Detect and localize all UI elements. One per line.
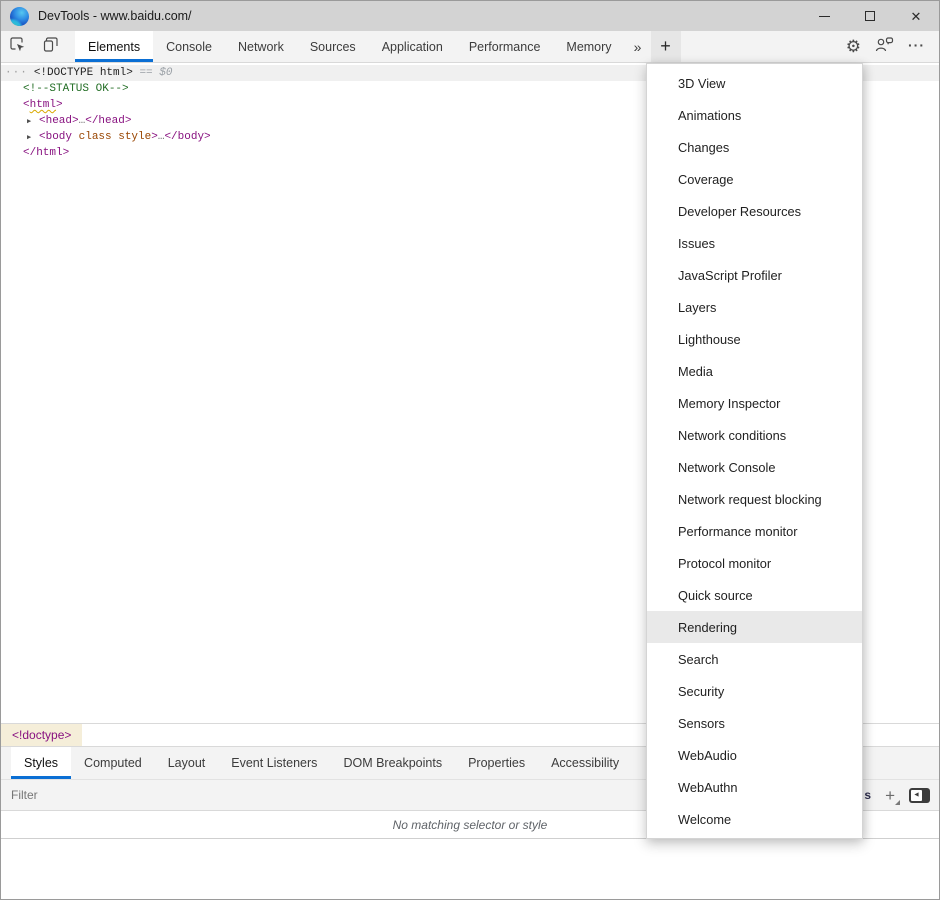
menu-item-issues[interactable]: Issues xyxy=(647,227,862,259)
tab-accessibility[interactable]: Accessibility xyxy=(538,747,632,779)
menu-item-changes[interactable]: Changes xyxy=(647,131,862,163)
menu-item-developer-resources[interactable]: Developer Resources xyxy=(647,195,862,227)
menu-item-network-conditions[interactable]: Network conditions xyxy=(647,419,862,451)
tab-application[interactable]: Application xyxy=(369,31,456,62)
code-segment: <body xyxy=(39,131,72,143)
close-icon: ✕ xyxy=(911,10,922,23)
breadcrumb-item-doctype[interactable]: <!doctype> xyxy=(1,724,82,746)
more-tabs-button[interactable]: » xyxy=(625,31,651,62)
feedback-person-icon xyxy=(875,40,894,57)
code-segment: < xyxy=(23,99,30,111)
device-emulation-button[interactable] xyxy=(34,31,67,62)
code-segment: > xyxy=(151,131,158,143)
menu-item-search[interactable]: Search xyxy=(647,643,862,675)
menu-item-protocol-monitor[interactable]: Protocol monitor xyxy=(647,547,862,579)
guide-dots: ··· xyxy=(5,67,28,79)
menu-item-memory-inspector[interactable]: Memory Inspector xyxy=(647,387,862,419)
code-segment: … xyxy=(158,131,165,143)
code-segment: </head> xyxy=(85,115,131,127)
menu-item-network-console[interactable]: Network Console xyxy=(647,451,862,483)
tab-network[interactable]: Network xyxy=(225,31,297,62)
toolbar-right-actions: ⚙ ··· xyxy=(846,31,939,62)
edge-logo-icon xyxy=(10,7,29,26)
more-options-button[interactable]: ··· xyxy=(908,38,925,56)
close-button[interactable]: ✕ xyxy=(893,1,939,31)
menu-item-rendering[interactable]: Rendering xyxy=(647,611,862,643)
maximize-icon xyxy=(865,11,875,21)
tab-dom-breakpoints[interactable]: DOM Breakpoints xyxy=(330,747,455,779)
code-segment: <!DOCTYPE html> xyxy=(34,67,133,79)
tab-styles[interactable]: Styles xyxy=(11,747,71,779)
menu-item-javascript-profiler[interactable]: JavaScript Profiler xyxy=(647,259,862,291)
menu-item-quick-source[interactable]: Quick source xyxy=(647,579,862,611)
menu-item-animations[interactable]: Animations xyxy=(647,99,862,131)
gear-icon: ⚙ xyxy=(846,37,861,56)
more-tools-menu: 3D ViewAnimationsChangesCoverageDevelope… xyxy=(646,63,863,839)
tab-performance[interactable]: Performance xyxy=(456,31,554,62)
minimize-button[interactable] xyxy=(801,1,847,31)
menu-item-sensors[interactable]: Sensors xyxy=(647,707,862,739)
inspect-element-button[interactable] xyxy=(1,31,34,62)
devtools-window: DevTools - www.baidu.com/ ✕ xyxy=(0,0,940,900)
menu-item-layers[interactable]: Layers xyxy=(647,291,862,323)
toggle-element-classes-button[interactable]: s xyxy=(864,788,871,802)
code-segment: <!--STATUS OK--> xyxy=(23,83,129,95)
code-segment: </html> xyxy=(23,147,69,159)
expand-arrow-icon[interactable]: ▶ xyxy=(27,117,39,126)
minimize-icon xyxy=(819,16,830,17)
feedback-button[interactable] xyxy=(875,36,894,58)
code-segment: … xyxy=(79,115,86,127)
menu-item-coverage[interactable]: Coverage xyxy=(647,163,862,195)
menu-item-webaudio[interactable]: WebAudio xyxy=(647,739,862,771)
menu-item-3d-view[interactable]: 3D View xyxy=(647,67,862,99)
code-segment: $0 xyxy=(159,67,172,79)
menu-item-lighthouse[interactable]: Lighthouse xyxy=(647,323,862,355)
tab-event-listeners[interactable]: Event Listeners xyxy=(218,747,330,779)
tab-layout[interactable]: Layout xyxy=(155,747,219,779)
window-controls: ✕ xyxy=(801,1,939,31)
tab-computed[interactable]: Computed xyxy=(71,747,155,779)
menu-item-performance-monitor[interactable]: Performance monitor xyxy=(647,515,862,547)
maximize-button[interactable] xyxy=(847,1,893,31)
menu-item-media[interactable]: Media xyxy=(647,355,862,387)
expand-arrow-icon[interactable]: ▶ xyxy=(27,133,39,142)
title-bar: DevTools - www.baidu.com/ ✕ xyxy=(1,1,939,31)
window-title: DevTools - www.baidu.com/ xyxy=(38,9,192,23)
code-segment: class style xyxy=(72,131,151,143)
devtools-toolbar: ElementsConsoleNetworkSourcesApplication… xyxy=(1,31,939,63)
menu-item-welcome[interactable]: Welcome xyxy=(647,803,862,835)
toggle-computed-sidebar-icon[interactable] xyxy=(909,788,930,803)
toolbar-spacer xyxy=(681,31,846,62)
toolbar-tab-strip: ElementsConsoleNetworkSourcesApplication… xyxy=(75,31,625,62)
code-segment: <head> xyxy=(39,115,79,127)
tab-elements[interactable]: Elements xyxy=(75,31,153,62)
menu-item-security[interactable]: Security xyxy=(647,675,862,707)
settings-button[interactable]: ⚙ xyxy=(846,38,861,55)
code-segment: html xyxy=(30,99,56,111)
device-emulation-icon xyxy=(42,36,59,58)
menu-item-webauthn[interactable]: WebAuthn xyxy=(647,771,862,803)
code-segment: == xyxy=(133,67,159,79)
ellipsis-icon: ··· xyxy=(908,37,925,53)
chevron-double-right-icon: » xyxy=(634,39,642,55)
tab-console[interactable]: Console xyxy=(153,31,225,62)
tab-memory[interactable]: Memory xyxy=(553,31,624,62)
inspect-cursor-icon xyxy=(9,36,26,58)
tab-properties[interactable]: Properties xyxy=(455,747,538,779)
empty-message: No matching selector or style xyxy=(393,818,548,832)
code-segment: > xyxy=(56,99,63,111)
plus-icon: + xyxy=(660,36,671,57)
code-segment: </body> xyxy=(164,131,210,143)
styles-filter-input[interactable] xyxy=(11,788,311,802)
styles-filter-actions: s + xyxy=(864,787,939,804)
menu-item-network-request-blocking[interactable]: Network request blocking xyxy=(647,483,862,515)
tab-sources[interactable]: Sources xyxy=(297,31,369,62)
add-tool-button[interactable]: + xyxy=(651,31,681,62)
new-style-rule-button[interactable]: + xyxy=(883,787,897,804)
plus-icon: + xyxy=(885,786,895,805)
